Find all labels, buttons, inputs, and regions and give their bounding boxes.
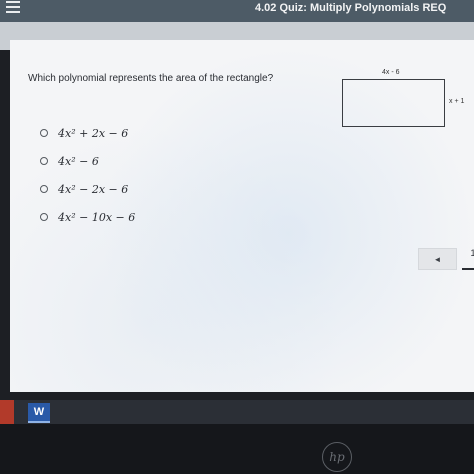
radio-button[interactable] <box>40 157 48 165</box>
page-number-button[interactable]: 1 <box>462 248 474 270</box>
browser-taskbar-icon[interactable] <box>0 400 14 424</box>
quiz-header: 4.02 Quiz: Multiply Polynomials REQ <box>0 0 474 22</box>
answer-option-3[interactable]: 4x² − 2x − 6 <box>40 181 128 197</box>
radio-button[interactable] <box>40 213 48 221</box>
rectangle-width-label: 4x - 6 <box>382 69 400 76</box>
previous-arrow-icon: ◄ <box>433 254 442 264</box>
radio-button[interactable] <box>40 129 48 137</box>
answer-option-2[interactable]: 4x² − 6 <box>40 153 99 169</box>
page-number: 1 <box>470 248 474 258</box>
quiz-title: 4.02 Quiz: Multiply Polynomials REQ <box>255 2 447 14</box>
word-icon-letter: W <box>33 406 45 418</box>
radio-button[interactable] <box>40 185 48 193</box>
laptop-bezel <box>0 424 474 474</box>
hp-logo-text: hp <box>329 450 345 464</box>
word-taskbar-icon[interactable]: W <box>28 403 50 423</box>
question-panel: Which polynomial represents the area of … <box>10 40 474 392</box>
answer-option-label: 4x² − 6 <box>58 154 99 168</box>
question-text: Which polynomial represents the area of … <box>28 73 274 84</box>
answer-option-label: 4x² + 2x − 6 <box>58 126 129 140</box>
rectangle-height-label: x + 1 <box>449 98 465 105</box>
previous-button[interactable]: ◄ <box>418 248 457 270</box>
menu-icon[interactable] <box>6 1 20 13</box>
rectangle-figure <box>342 79 445 127</box>
answer-option-1[interactable]: 4x² + 2x − 6 <box>40 125 128 141</box>
taskbar: W <box>0 400 474 424</box>
screen: 4.02 Quiz: Multiply Polynomials REQ Whic… <box>0 0 474 474</box>
answer-option-label: 4x² − 10x − 6 <box>58 210 136 224</box>
answer-option-4[interactable]: 4x² − 10x − 6 <box>40 209 135 225</box>
hp-logo-icon: hp <box>322 442 352 472</box>
answer-option-label: 4x² − 2x − 6 <box>58 182 129 196</box>
